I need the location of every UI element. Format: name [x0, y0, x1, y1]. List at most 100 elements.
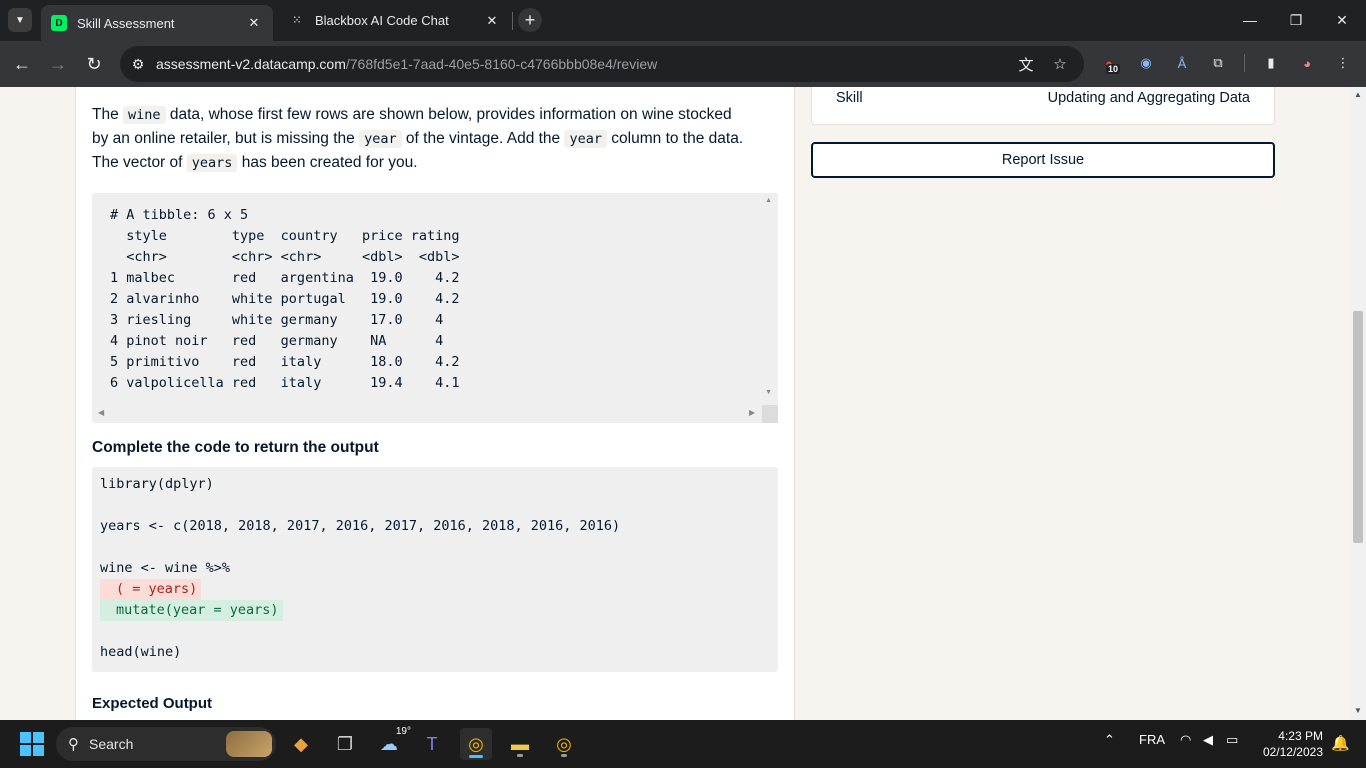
forward-button[interactable]: → [44, 50, 72, 78]
volume-icon[interactable]: ◀ [1203, 732, 1213, 748]
reload-button[interactable]: ↻ [80, 50, 108, 78]
windows-taskbar: ⚲ Search ◆ ❐ ☁ 19° T ◎ ▬ ◎ ⌃ FRA ◠ ◀ ▭ 4:… [0, 720, 1366, 768]
browser-tab-strip: ▼ D Skill Assessment ✕ ⁙ Blackbox AI Cod… [0, 0, 1366, 41]
windows-logo-icon [33, 745, 44, 756]
running-indicator [561, 754, 567, 757]
url-text[interactable]: assessment-v2.datacamp.com/768fd5e1-7aad… [156, 56, 657, 72]
weather-temp: 19° [395, 726, 411, 737]
battery-icon[interactable]: ▭ [1226, 732, 1238, 748]
scroll-up-icon[interactable]: ▲ [1354, 90, 1362, 99]
removed-code-line: ( = years) [100, 579, 202, 600]
chevron-down-icon: ▼ [15, 14, 25, 26]
added-code-line: mutate(year = years) [100, 600, 283, 621]
inline-code-wine: wine [123, 106, 166, 124]
scroll-left-icon[interactable]: ◀ [98, 408, 104, 417]
tab-divider [512, 12, 513, 30]
code-line: years <- c(2018, 2018, 2017, 2016, 2017,… [100, 518, 621, 534]
windows-logo-icon [20, 732, 31, 743]
code-line: wine <- wine %>% [100, 560, 231, 576]
more-menu-icon[interactable]: ⋮ [1332, 52, 1354, 74]
search-label: Search [89, 736, 134, 752]
question-prompt: The wine data, whose first few rows are … [92, 103, 752, 175]
restore-button[interactable]: ❐ [1284, 8, 1308, 32]
url-path: /768fd5e1-7aad-40e5-8160-c4766bbb08e4/re… [345, 56, 658, 72]
search-highlight-image [226, 731, 272, 757]
minimize-button[interactable]: — [1238, 8, 1262, 32]
inline-code-year: year [359, 130, 402, 148]
extension-search-icon[interactable]: ◉ [1135, 52, 1157, 74]
restore-icon: ❐ [1289, 11, 1303, 28]
prompt-text: of the vintage. Add the [401, 130, 565, 147]
close-icon: ✕ [1336, 11, 1348, 28]
scrollbar-corner [762, 405, 778, 423]
chevron-up-icon[interactable]: ⌃ [1104, 732, 1115, 748]
file-explorer-icon[interactable]: ▬ [504, 728, 536, 760]
active-indicator [469, 755, 483, 758]
minimize-icon: — [1243, 12, 1257, 28]
extension-a-icon[interactable]: Å [1171, 52, 1193, 74]
windows-logo-icon [33, 732, 44, 743]
address-bar[interactable]: ⚙ assessment-v2.datacamp.com/768fd5e1-7a… [120, 46, 1084, 82]
tab-skill-assessment[interactable]: D Skill Assessment ✕ [41, 5, 273, 41]
tab-blackbox-ai[interactable]: ⁙ Blackbox AI Code Chat ✕ [279, 5, 511, 36]
page-scrollbar[interactable]: ▲ ▼ [1350, 87, 1366, 720]
skill-value: Updating and Aggregating Data [1047, 90, 1250, 106]
inline-code-years: years [186, 154, 238, 172]
wifi-icon[interactable]: ◠ [1180, 732, 1191, 748]
code-line: head(wine) [100, 644, 182, 660]
taskbar-search[interactable]: ⚲ Search [56, 727, 276, 761]
reload-icon: ↻ [86, 53, 102, 74]
toolbar-divider [1244, 54, 1245, 72]
site-settings-icon[interactable]: ⚙ [128, 56, 148, 73]
tab-title: Blackbox AI Code Chat [315, 13, 449, 28]
notification-bell-icon[interactable]: 🔔 [1331, 734, 1350, 752]
tab-search-button[interactable]: ▼ [8, 8, 32, 32]
teams-app-icon[interactable]: T [416, 728, 448, 760]
prompt-text: has been created for you. [237, 154, 418, 171]
scroll-up-icon[interactable]: ▲ [765, 197, 772, 204]
scroll-down-icon[interactable]: ▼ [765, 389, 772, 396]
translate-icon[interactable]: 文 [1016, 54, 1036, 74]
code-editor: library(dplyr) years <- c(2018, 2018, 20… [92, 467, 778, 672]
tibble-output-box[interactable]: # A tibble: 6 x 5 style type country pri… [92, 193, 778, 423]
skill-label: Skill [836, 90, 863, 106]
scroll-down-icon[interactable]: ▼ [1354, 706, 1362, 715]
chrome-app-icon[interactable]: ◎ [460, 728, 492, 760]
report-issue-button[interactable]: Report Issue [811, 142, 1275, 178]
tibble-output: # A tibble: 6 x 5 style type country pri… [110, 207, 460, 391]
task-view-icon[interactable]: ❐ [329, 728, 361, 760]
new-tab-button[interactable]: + [518, 8, 542, 32]
clock-date: 02/12/2023 [1262, 745, 1323, 759]
side-panel-icon[interactable]: ▮ [1260, 52, 1282, 74]
close-window-button[interactable]: ✕ [1330, 8, 1354, 32]
running-indicator [517, 754, 523, 757]
copilot-app-icon[interactable]: ◆ [285, 728, 317, 760]
horizontal-scrollbar[interactable]: ◀ ▶ [92, 405, 778, 423]
chrome-profile-app-icon[interactable]: ◎ [548, 728, 580, 760]
back-button[interactable]: ← [8, 50, 36, 78]
extensions-puzzle-icon[interactable]: ⧉ [1207, 52, 1229, 74]
windows-logo-icon [20, 745, 31, 756]
close-icon[interactable]: ✕ [245, 14, 263, 32]
weather-icon[interactable]: ☁ 19° [373, 726, 411, 760]
input-language[interactable]: FRA [1139, 732, 1165, 747]
start-button[interactable] [20, 732, 44, 756]
url-host: assessment-v2.datacamp.com [156, 56, 346, 72]
profile-avatar[interactable]: ◕ [1296, 52, 1318, 74]
plus-icon: + [524, 9, 536, 30]
scrollbar-thumb[interactable] [1353, 311, 1363, 543]
expected-output-title: Expected Output [92, 695, 213, 712]
tab-title: Skill Assessment [77, 15, 175, 31]
page-content: The wine data, whose first few rows are … [0, 87, 1350, 720]
extension-badge: 10 [1106, 64, 1121, 74]
search-icon: ⚲ [68, 736, 79, 753]
bookmark-star-icon[interactable]: ☆ [1050, 54, 1070, 74]
inline-code-year: year [564, 130, 607, 148]
question-card: The wine data, whose first few rows are … [75, 87, 795, 720]
scroll-right-icon[interactable]: ▶ [749, 408, 755, 417]
close-icon[interactable]: ✕ [483, 12, 501, 30]
system-clock[interactable]: 4:23 PM 02/12/2023 [1263, 728, 1323, 760]
clock-time: 4:23 PM [1278, 729, 1323, 743]
browser-toolbar: ← → ↻ ⚙ assessment-v2.datacamp.com/768fd… [0, 41, 1366, 87]
prompt-text: The [92, 106, 124, 123]
